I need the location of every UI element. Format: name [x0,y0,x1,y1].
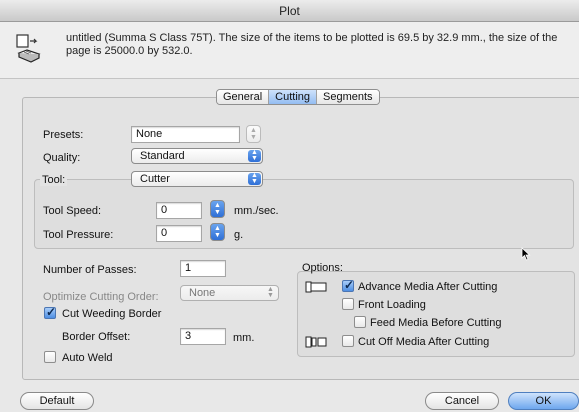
quality-value: Standard [140,150,185,162]
quality-popup[interactable]: Standard ▲ ▼ [131,148,263,164]
cut-off-media-checkbox[interactable] [342,335,354,347]
cut-off-media-label: Cut Off Media After Cutting [358,336,490,348]
plot-info-message: untitled (Summa S Class 75T). The size o… [66,32,558,57]
popup-arrows-icon: ▲ ▼ [267,286,274,299]
default-button[interactable]: Default [20,392,94,410]
tool-popup[interactable]: Cutter ▲ ▼ [131,171,263,187]
border-offset-unit: mm. [233,332,255,344]
tool-speed-field[interactable]: 0 [156,202,202,219]
tab-bar: General Cutting Segments [216,89,380,105]
ok-button[interactable]: OK [508,392,579,410]
presets-field[interactable]: None [131,126,240,143]
front-loading-checkbox[interactable] [342,298,354,310]
tool-pressure-field[interactable]: 0 [156,225,202,242]
tool-value: Cutter [140,173,170,185]
plot-dialog: Plot untitled (Summa S Class 75T). The s… [0,0,579,412]
window-title: Plot [0,0,579,22]
mouse-pointer-icon [521,247,531,264]
border-offset-label: Border Offset: [62,331,131,343]
tab-general[interactable]: General [217,90,270,104]
info-area: untitled (Summa S Class 75T). The size o… [0,22,579,79]
cutting-order-value: None [189,287,216,299]
presets-stepper: ▲ ▼ [246,125,261,143]
border-offset-field[interactable]: 3 [180,328,226,345]
cancel-button[interactable]: Cancel [425,392,499,410]
advance-media-label: Advance Media After Cutting [358,281,498,293]
tool-speed-label: Tool Speed: [43,205,102,217]
tool-speed-stepper[interactable]: ▲ ▼ [210,200,225,218]
front-loading-label: Front Loading [358,299,426,311]
auto-weld-checkbox[interactable] [44,351,56,363]
weeding-border-label: Cut Weeding Border [62,308,162,320]
advance-media-icon [305,281,327,296]
options-title: Options: [302,262,343,274]
tool-pressure-unit: g. [234,229,244,241]
passes-field[interactable]: 1 [180,260,226,277]
tool-pressure-stepper[interactable]: ▲ ▼ [210,223,225,241]
auto-weld-label: Auto Weld [62,352,113,364]
popup-arrows-icon: ▲ ▼ [248,149,261,162]
plotter-icon [16,33,42,63]
passes-label: Number of Passes: [43,264,137,276]
cut-off-media-icon [305,336,327,351]
presets-label: Presets: [43,129,84,141]
tab-cutting[interactable]: Cutting [269,90,317,104]
cutting-order-popup: None ▲ ▼ [180,285,279,301]
advance-media-checkbox[interactable] [342,278,354,292]
tool-label: Tool: [40,174,68,186]
tool-pressure-label: Tool Pressure: [43,229,114,241]
tool-speed-unit: mm./sec. [234,205,279,217]
cutting-order-label: Optimize Cutting Order: [43,291,159,303]
quality-label: Quality: [43,152,81,164]
feed-media-checkbox[interactable] [354,316,366,328]
tool-group [34,179,574,249]
weeding-border-checkbox[interactable] [44,305,56,319]
feed-media-label: Feed Media Before Cutting [370,317,502,329]
popup-arrows-icon: ▲ ▼ [248,172,261,185]
tab-segments[interactable]: Segments [317,90,379,104]
